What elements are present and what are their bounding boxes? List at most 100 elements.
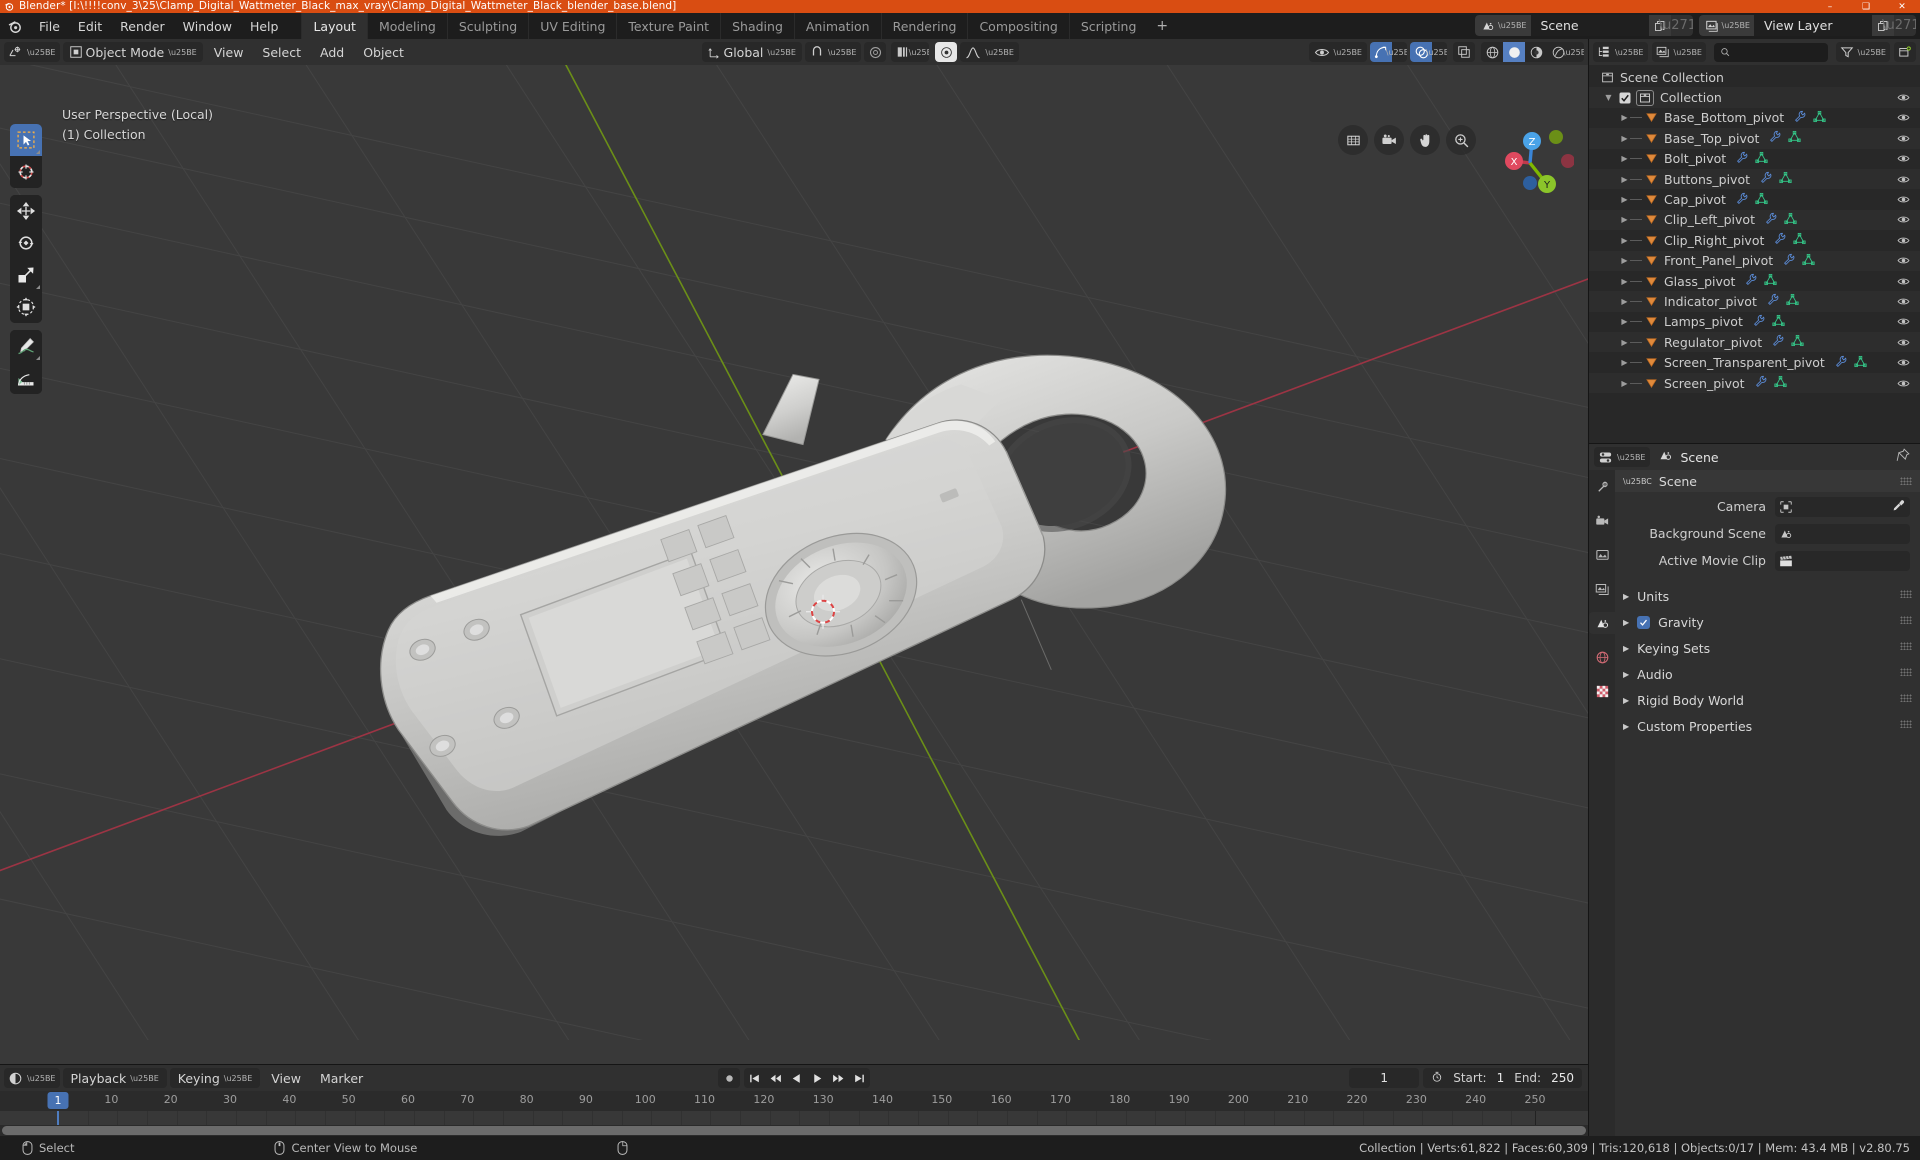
gizmo-options-dropdown[interactable]: \u25BE — [1386, 42, 1407, 62]
modifier-icon[interactable] — [1772, 334, 1785, 350]
mesh-data-icon[interactable] — [1764, 273, 1778, 289]
snapping-toggle[interactable] — [935, 42, 958, 62]
mesh-data-icon[interactable] — [1786, 293, 1799, 309]
xray-toggle-group[interactable] — [1453, 42, 1475, 62]
scene-name-field[interactable]: Scene — [1530, 15, 1649, 36]
mesh-data-icon[interactable] — [1813, 110, 1826, 126]
background-scene-field[interactable] — [1775, 523, 1910, 544]
current-frame-field[interactable]: 1 — [1349, 1068, 1420, 1088]
timeline-track-area[interactable] — [0, 1111, 1588, 1125]
zoom-view-icon[interactable] — [1446, 125, 1476, 155]
viewport-menu-object[interactable]: Object — [355, 43, 412, 62]
object-visibility-toggle[interactable] — [1897, 352, 1910, 372]
move-tool[interactable] — [10, 195, 42, 227]
timeline-editor-type-selector[interactable]: \u25BE — [4, 1068, 60, 1088]
tab-uv-editing[interactable]: UV Editing — [528, 13, 616, 39]
outliner-display-mode-selector[interactable]: \u25BE — [1651, 42, 1706, 62]
properties-section[interactable]: ▶ Units — [1615, 583, 1920, 609]
object-expand-icon[interactable]: ▶ — [1619, 236, 1630, 245]
outliner-row-object[interactable]: ▶ Buttons_pivot — [1589, 168, 1920, 190]
menu-window[interactable]: Window — [174, 16, 241, 37]
modifier-icon[interactable] — [1774, 232, 1787, 248]
object-expand-icon[interactable]: ▶ — [1619, 317, 1630, 326]
auto-keying-button[interactable] — [718, 1068, 740, 1088]
properties-editor-type-selector[interactable]: \u25BE — [1594, 447, 1650, 467]
tab-render-properties[interactable] — [1590, 510, 1614, 532]
solid-shading-button[interactable] — [1503, 42, 1525, 62]
tab-modeling[interactable]: Modeling — [366, 13, 447, 39]
mesh-data-icon[interactable] — [1755, 151, 1768, 167]
section-checkbox[interactable] — [1637, 615, 1651, 629]
modifier-icon[interactable] — [1769, 130, 1782, 146]
editor-type-selector[interactable]: \u25BE — [4, 42, 60, 62]
mesh-data-icon[interactable] — [1774, 375, 1787, 391]
scale-tool[interactable] — [10, 259, 42, 291]
timeline-menu-keying[interactable]: Keying \u25BE — [169, 1068, 261, 1088]
object-expand-icon[interactable]: ▶ — [1619, 338, 1630, 347]
object-mode-selector[interactable]: Object Mode \u25BE — [62, 42, 203, 62]
object-expand-icon[interactable]: ▶ — [1619, 215, 1630, 224]
timeline-menu-view[interactable]: View — [263, 1069, 309, 1088]
object-visibility-toggle[interactable] — [1897, 312, 1910, 332]
cursor-tool[interactable] — [10, 156, 42, 188]
collection-visibility-toggle[interactable] — [1897, 87, 1910, 107]
gizmo-toggle-group[interactable]: \u25BE — [1370, 42, 1407, 62]
object-visibility-toggle[interactable] — [1897, 108, 1910, 128]
scene-panel-header[interactable]: \u25BC Scene — [1615, 470, 1920, 492]
view-layer-icon[interactable]: \u25BE — [1698, 15, 1754, 36]
end-frame-value[interactable]: 250 — [1551, 1071, 1574, 1085]
outliner-row-object[interactable]: ▶ Base_Top_pivot — [1589, 128, 1920, 149]
menu-file[interactable]: File — [30, 16, 69, 37]
object-visibility-toggle[interactable] — [1897, 271, 1910, 291]
outliner-row-object[interactable]: ▶ Clip_Left_pivot — [1589, 209, 1920, 231]
overlay-toggle-group[interactable]: \u25BE — [1410, 42, 1447, 62]
timeline-scrollbar-track[interactable] — [0, 1125, 1588, 1136]
frame-range-fields[interactable]: Start: 1 End: 250 — [1423, 1068, 1582, 1088]
modifier-icon[interactable] — [1753, 314, 1766, 330]
jump-to-end-button[interactable] — [849, 1068, 870, 1088]
scene-selector[interactable]: \u25BE Scene \u2715 — [1475, 15, 1693, 36]
add-workspace-button[interactable]: + — [1147, 13, 1177, 39]
outliner-row-object[interactable]: ▶ Clip_Right_pivot — [1589, 230, 1920, 250]
collection-checkbox[interactable] — [1619, 92, 1631, 104]
pivot-point-group[interactable]: \u25BE — [891, 42, 930, 62]
object-visibility-toggle[interactable] — [1897, 373, 1910, 393]
view-layer-selector[interactable]: \u25BE View Layer \u2715 — [1698, 15, 1916, 36]
snap-magnet-button[interactable]: \u25BE — [804, 42, 862, 62]
navigation-gizmo[interactable]: X Z Y — [1486, 115, 1574, 203]
tab-shading[interactable]: Shading — [720, 13, 794, 39]
outliner-row-object[interactable]: ▶ Lamps_pivot — [1589, 312, 1920, 332]
properties-section[interactable]: ▶ Keying Sets — [1615, 635, 1920, 661]
new-collection-button[interactable] — [1894, 42, 1916, 62]
modifier-icon[interactable] — [1794, 110, 1807, 126]
modifier-icon[interactable] — [1767, 293, 1780, 309]
blender-logo-icon[interactable] — [6, 17, 24, 35]
viewport-menu-select[interactable]: Select — [254, 43, 309, 62]
object-expand-icon[interactable]: ▶ — [1619, 134, 1630, 143]
mesh-data-icon[interactable] — [1802, 253, 1815, 269]
modifier-icon[interactable] — [1736, 151, 1749, 167]
falloff-selector[interactable]: \u25BE — [960, 42, 1019, 62]
object-visibility-toggle[interactable] — [1897, 291, 1910, 311]
shading-options-dropdown[interactable]: \u25BE — [1563, 42, 1584, 62]
toggle-orthographic-icon[interactable] — [1338, 125, 1368, 155]
3d-viewport[interactable]: User Perspective (Local) (1) Collection … — [0, 39, 1588, 1064]
camera-field[interactable] — [1775, 496, 1910, 517]
mesh-data-icon[interactable] — [1791, 334, 1804, 350]
menu-edit[interactable]: Edit — [69, 16, 111, 37]
tab-animation[interactable]: Animation — [793, 13, 881, 39]
outliner-row-collection[interactable]: ▼ Collection — [1589, 87, 1920, 108]
transform-tool[interactable] — [10, 291, 42, 323]
modifier-icon[interactable] — [1736, 192, 1749, 208]
modifier-icon[interactable] — [1835, 355, 1848, 371]
collection-expand-icon[interactable]: ▼ — [1603, 93, 1614, 102]
menu-help[interactable]: Help — [241, 16, 288, 37]
outliner-row-object[interactable]: ▶ Glass_pivot — [1589, 271, 1920, 291]
toggle-xray[interactable] — [1453, 42, 1475, 62]
view-layer-name-field[interactable]: View Layer — [1754, 15, 1872, 36]
properties-section[interactable]: ▶ Gravity — [1615, 609, 1920, 635]
annotate-tool[interactable] — [10, 330, 42, 362]
modifier-icon[interactable] — [1760, 171, 1773, 187]
modifier-icon[interactable] — [1745, 273, 1758, 289]
close-button[interactable]: ✕ — [1884, 0, 1920, 13]
